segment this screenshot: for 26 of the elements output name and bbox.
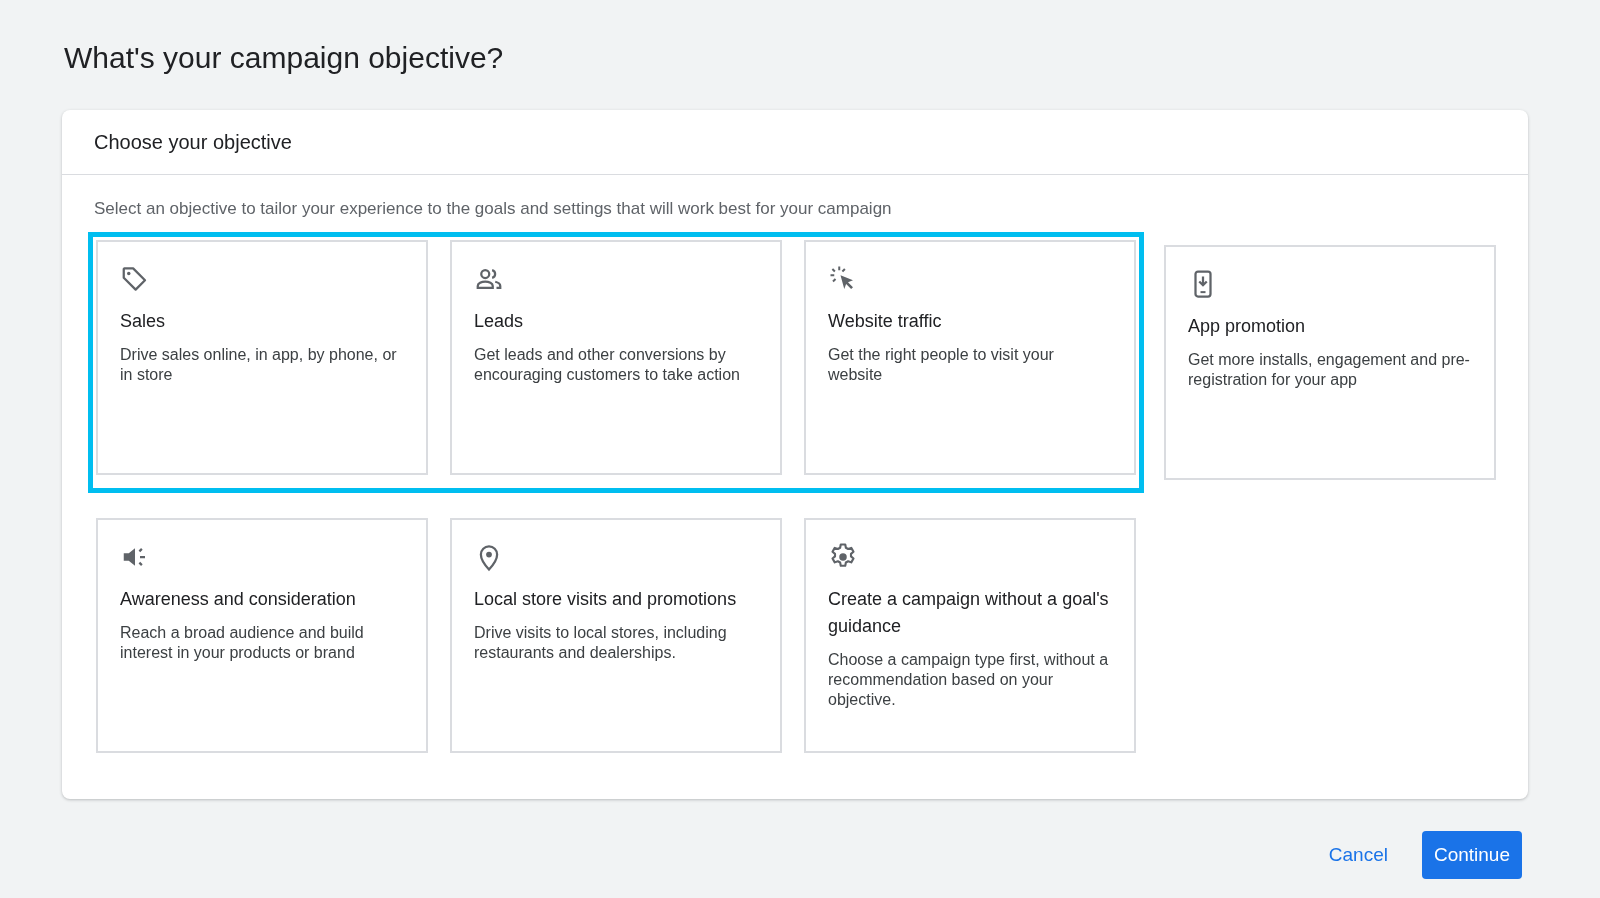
objective-card[interactable]: Website traffic Get the right people to visit your website <box>804 240 1136 475</box>
continue-button[interactable]: Continue <box>1421 831 1522 879</box>
objective-card[interactable]: Create a campaign without a goal's guidance Choose a campaign type first, without a recommendation based on your objective. <box>804 518 1136 753</box>
card-title: Leads <box>474 310 525 333</box>
cancel-button[interactable]: Cancel <box>1316 831 1400 879</box>
page-title: What's your campaign objective? <box>64 40 505 76</box>
card-title: Awareness and consideration <box>120 588 357 611</box>
card-description: Reach a broad audience and build interest in your products or brand <box>120 623 365 663</box>
card-title: Local store visits and promotions <box>474 588 738 611</box>
card-description: Get more installs, engagement and pre-registration for your app <box>1188 350 1471 390</box>
objective-card[interactable]: Sales Drive sales online, in app, by phone, or in store <box>96 240 428 475</box>
card-title: Website traffic <box>828 310 943 333</box>
card-description: Get leads and other conversions by encouraging customers to take action <box>474 345 741 385</box>
objective-card[interactable]: Local store visits and promotions Drive visits to local stores, including restaurants and dealerships. <box>450 518 782 753</box>
card-description: Choose a campaign type first, without a recommendation based on your objective. <box>828 650 1110 710</box>
card-description: Drive sales online, in app, by phone, or in store <box>120 345 398 385</box>
card-description: Get the right people to visit your website <box>828 345 1055 385</box>
objective-card[interactable]: Leads Get leads and other conversions by encouraging customers to take action <box>450 240 782 475</box>
card-title: Sales <box>120 310 167 333</box>
card-description: Drive visits to local stores, including restaurants and dealerships. <box>474 623 728 663</box>
card-title: Create a campaign without a goal's guidance <box>828 588 1110 638</box>
panel-description: Select an objective to tailor your experience to the goals and settings that will work best for your campaign <box>94 198 893 220</box>
objective-card[interactable]: Awareness and consideration Reach a broad audience and build interest in your products or brand <box>96 518 428 753</box>
objective-card[interactable]: App promotion Get more installs, engagement and pre-registration for your app <box>1164 245 1496 480</box>
card-title: App promotion <box>1188 315 1307 338</box>
panel-title: Choose your objective <box>94 130 293 154</box>
